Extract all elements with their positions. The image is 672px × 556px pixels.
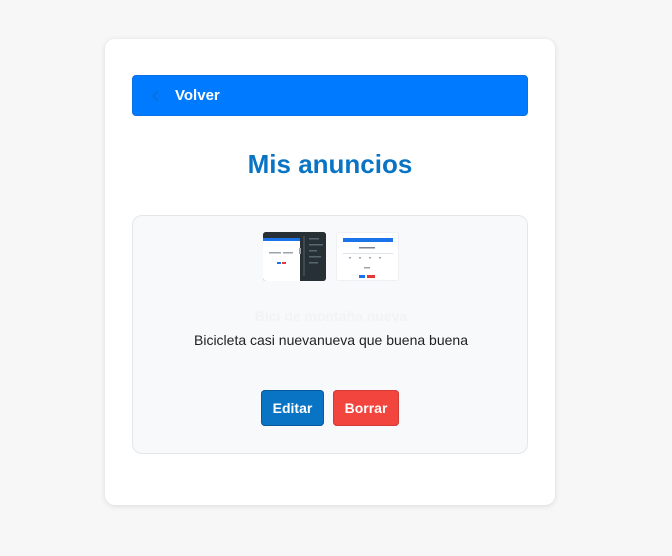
ad-description: Bicicleta casi nuevanueva que buena buen… bbox=[194, 332, 468, 348]
edit-button[interactable]: Editar bbox=[261, 390, 324, 426]
delete-button[interactable]: Borrar bbox=[333, 390, 399, 426]
ad-image-gallery bbox=[263, 232, 399, 281]
ad-image-thumbnail[interactable] bbox=[263, 232, 326, 281]
page-title: Mis anuncios bbox=[247, 149, 413, 179]
ad-image-thumbnail[interactable] bbox=[336, 232, 399, 281]
arrow-left-icon bbox=[149, 89, 163, 103]
ad-title: Bici de montaña nueva bbox=[254, 308, 408, 324]
back-button[interactable]: Volver bbox=[132, 75, 528, 116]
main-card: Volver Mis anuncios Bici de montaña nuev… bbox=[105, 39, 555, 505]
ad-card: Bici de montaña nueva Bicicleta casi nue… bbox=[132, 215, 528, 454]
back-button-label: Volver bbox=[175, 87, 220, 104]
